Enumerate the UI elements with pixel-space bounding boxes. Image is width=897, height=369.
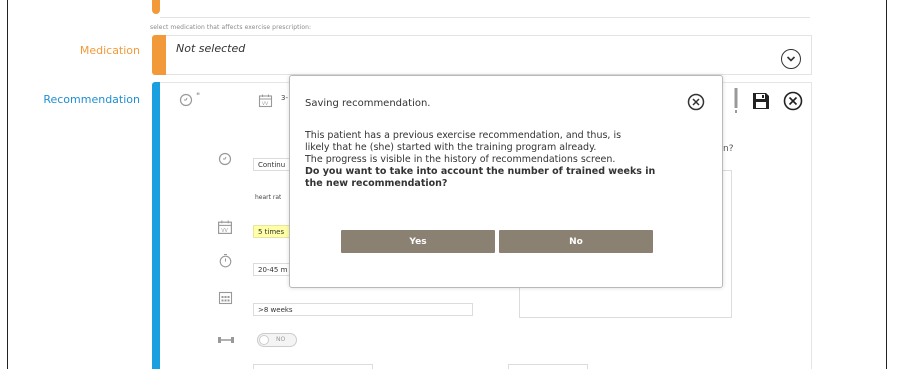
- toggle-knob: [259, 335, 269, 345]
- recommendation-label: Recommendation: [43, 93, 140, 106]
- clock-icon: [217, 151, 233, 167]
- yes-button[interactable]: Yes: [341, 230, 495, 253]
- close-circle-icon: [687, 93, 705, 111]
- medication-expand-button[interactable]: [781, 49, 801, 69]
- clock-icon: [178, 92, 194, 108]
- svg-text:VV: VV: [262, 101, 269, 107]
- calendar-icon: VV: [257, 92, 273, 108]
- bottom-field-2[interactable]: [508, 364, 588, 369]
- dialog-message: This patient has a previous exercise rec…: [305, 130, 705, 190]
- medication-label: Medication: [79, 44, 140, 57]
- close-circle-icon[interactable]: [782, 90, 804, 112]
- calendar-grid-icon: [217, 289, 234, 306]
- saving-recommendation-dialog: Saving recommendation. This patient has …: [289, 75, 723, 288]
- calendar-icon: VV: [216, 218, 234, 236]
- dialog-question-1: Do you want to take into account the num…: [305, 166, 656, 177]
- dialog-line-2: likely that he (she) started with the tr…: [305, 142, 597, 153]
- dumbbell-icon: [216, 333, 236, 347]
- dialog-title: Saving recommendation.: [305, 98, 431, 109]
- no-button[interactable]: No: [499, 230, 653, 253]
- save-icon[interactable]: [750, 90, 772, 112]
- dialog-line-1: This patient has a previous exercise rec…: [305, 130, 622, 141]
- type-sub-text: heart rat: [255, 194, 282, 201]
- dialog-question-2: the new recommendation?: [305, 178, 448, 189]
- svg-text:VV: VV: [221, 228, 228, 234]
- chevron-down-icon: [786, 56, 796, 62]
- medication-value: Not selected: [176, 42, 246, 55]
- medication-card[interactable]: [166, 35, 812, 75]
- medication-hint: select medication that affects exercise …: [150, 24, 312, 31]
- toggle-text: NO: [276, 336, 286, 343]
- previous-section-accent: [152, 0, 160, 14]
- strength-toggle[interactable]: NO: [257, 333, 297, 347]
- stopwatch-icon: [217, 252, 234, 269]
- previous-section-card: [160, 0, 810, 18]
- dialog-line-3: The progress is visible in the history o…: [305, 154, 616, 165]
- scroll-handle-icon[interactable]: [733, 86, 739, 114]
- header-date-prefix: 3-: [281, 94, 288, 102]
- header-mark: ": [196, 92, 201, 102]
- dialog-close-button[interactable]: [687, 93, 705, 111]
- bottom-field-1[interactable]: [253, 364, 373, 369]
- recommendation-accent: [152, 82, 160, 369]
- period-field[interactable]: >8 weeks: [253, 303, 473, 316]
- question-tail: n?: [723, 144, 734, 154]
